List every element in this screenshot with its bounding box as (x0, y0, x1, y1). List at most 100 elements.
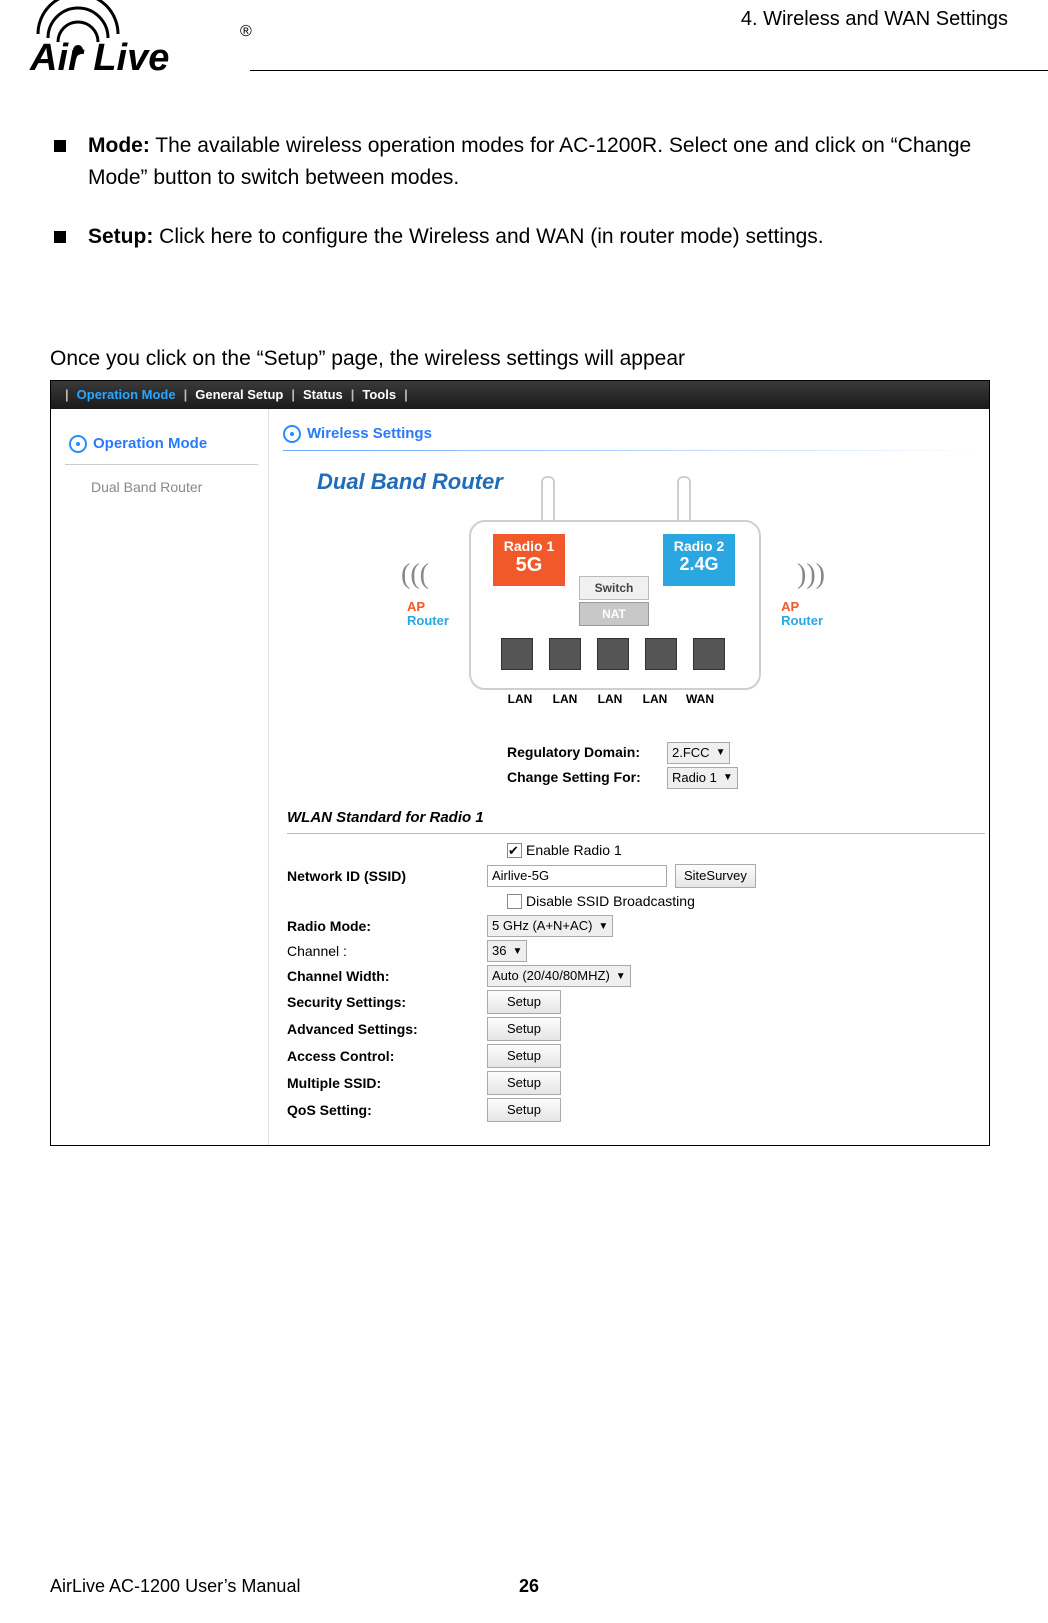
sidebar-heading-text: Operation Mode (93, 433, 207, 456)
airlive-logo: Air Live ® (18, 0, 258, 82)
port-icon (645, 638, 677, 670)
lead-paragraph: Once you click on the “Setup” page, the … (50, 343, 1008, 375)
channel-width-select[interactable]: Auto (20/40/80MHZ) ▼ (487, 965, 631, 987)
bullet-setup-lead: Setup: (88, 225, 153, 248)
ap-router-right: AP Router (781, 600, 823, 629)
chevron-down-icon: ▼ (716, 745, 726, 760)
ap-router-left: AP Router (407, 600, 449, 629)
channel-select[interactable]: 36 ▼ (487, 940, 527, 962)
port-icon (549, 638, 581, 670)
radio1-label: Radio 1 (504, 538, 555, 554)
svg-text:®: ® (240, 23, 252, 40)
reg-domain-label: Regulatory Domain: (507, 742, 667, 763)
ap-label: AP (407, 599, 425, 614)
radio2-box: Radio 2 2.4G (663, 534, 735, 586)
square-bullet-icon (54, 140, 66, 152)
square-bullet-icon (54, 231, 66, 243)
port-labels: LAN LAN LAN LAN WAN (501, 690, 719, 708)
ap-label: AP (781, 599, 799, 614)
sidebar-rule (65, 464, 258, 465)
change-setting-select[interactable]: Radio 1 ▼ (667, 767, 738, 789)
router-label: Router (781, 613, 823, 628)
nav-sep: | (343, 385, 363, 405)
main-heading-rule (283, 450, 985, 451)
sidebar-item-dual-band-router[interactable]: Dual Band Router (69, 477, 258, 498)
radio-dot-icon (69, 435, 87, 453)
ssid-value: Airlive-5G (492, 866, 549, 886)
bullet-mode-lead: Mode: (88, 134, 150, 157)
nav-sep: | (396, 385, 416, 405)
dual-band-router-title: Dual Band Router (317, 465, 985, 498)
signal-left-icon: ((( (401, 554, 429, 596)
port-label-lan: LAN (636, 690, 674, 708)
bullet-setup: Setup: Click here to configure the Wirel… (50, 221, 1008, 253)
bullet-mode: Mode: The available wireless operation m… (50, 130, 1008, 193)
chevron-down-icon: ▼ (512, 944, 522, 959)
advanced-setup-button[interactable]: Setup (487, 1017, 561, 1041)
radio-mode-select[interactable]: 5 GHz (A+N+AC) ▼ (487, 915, 613, 937)
radio2-band: 2.4G (679, 554, 718, 574)
bullet-mode-text: The available wireless operation modes f… (88, 134, 971, 189)
header-rule (250, 70, 1048, 71)
router-label: Router (407, 613, 449, 628)
enable-radio-checkbox[interactable] (507, 843, 522, 858)
port-icon (597, 638, 629, 670)
disable-broadcast-checkbox[interactable] (507, 894, 522, 909)
nav-sep: | (57, 385, 77, 405)
port-label-wan: WAN (681, 690, 719, 708)
port-label-lan: LAN (546, 690, 584, 708)
svg-text:Air Live: Air Live (29, 37, 169, 79)
wlan-rule (287, 833, 985, 834)
nav-sep: | (176, 385, 196, 405)
security-setup-button[interactable]: Setup (487, 990, 561, 1014)
radio2-label: Radio 2 (674, 538, 725, 554)
access-control-setup-button[interactable]: Setup (487, 1044, 561, 1068)
manual-title: AirLive AC-1200 User’s Manual (50, 1576, 300, 1597)
reg-domain-value: 2.FCC (672, 743, 710, 763)
port-label-lan: LAN (501, 690, 539, 708)
port-label-lan: LAN (591, 690, 629, 708)
bullet-setup-text: Click here to configure the Wireless and… (153, 225, 823, 248)
enable-radio-label: Enable Radio 1 (526, 840, 622, 861)
security-label: Security Settings: (287, 992, 487, 1013)
channel-label: Channel : (287, 941, 487, 962)
radio-mode-value: 5 GHz (A+N+AC) (492, 916, 592, 936)
router-diagram: Radio 1 5G Radio 2 2.4G Switch NAT (383, 506, 843, 736)
reg-domain-select[interactable]: 2.FCC ▼ (667, 742, 730, 764)
nav-general-setup[interactable]: General Setup (195, 385, 283, 405)
channel-value: 36 (492, 941, 506, 961)
change-setting-value: Radio 1 (672, 768, 717, 788)
nat-box: NAT (579, 602, 649, 626)
page-number: 26 (519, 1576, 539, 1597)
main-panel: Wireless Settings Dual Band Router Radio… (269, 409, 989, 1145)
nav-operation-mode[interactable]: Operation Mode (77, 385, 176, 405)
page-footer: AirLive AC-1200 User’s Manual 26 (50, 1576, 1008, 1597)
port-icons (501, 638, 725, 670)
main-heading: Wireless Settings (283, 423, 985, 446)
nav-sep: | (283, 385, 303, 405)
section-header: 4. Wireless and WAN Settings (741, 8, 1008, 31)
ssid-input[interactable]: Airlive-5G (487, 865, 667, 887)
sidebar: Operation Mode Dual Band Router (51, 409, 269, 1145)
port-icon (501, 638, 533, 670)
top-nav: | Operation Mode | General Setup | Statu… (51, 381, 989, 409)
ssid-label: Network ID (SSID) (287, 866, 487, 887)
radio-dot-icon (283, 425, 301, 443)
radio1-box: Radio 1 5G (493, 534, 565, 586)
nav-status[interactable]: Status (303, 385, 343, 405)
sidebar-heading: Operation Mode (69, 433, 258, 456)
nav-tools[interactable]: Tools (362, 385, 396, 405)
qos-setup-button[interactable]: Setup (487, 1098, 561, 1122)
wireless-form: Regulatory Domain: 2.FCC ▼ Change Settin… (287, 742, 985, 1123)
site-survey-button[interactable]: SiteSurvey (675, 864, 756, 888)
chevron-down-icon: ▼ (598, 919, 608, 934)
disable-broadcast-label: Disable SSID Broadcasting (526, 891, 695, 912)
port-icon (693, 638, 725, 670)
signal-right-icon: ))) (797, 554, 825, 596)
channel-width-label: Channel Width: (287, 966, 487, 987)
radio-mode-label: Radio Mode: (287, 916, 487, 937)
multiple-ssid-setup-button[interactable]: Setup (487, 1071, 561, 1095)
multiple-ssid-label: Multiple SSID: (287, 1073, 487, 1094)
access-control-label: Access Control: (287, 1046, 487, 1067)
channel-width-value: Auto (20/40/80MHZ) (492, 966, 610, 986)
